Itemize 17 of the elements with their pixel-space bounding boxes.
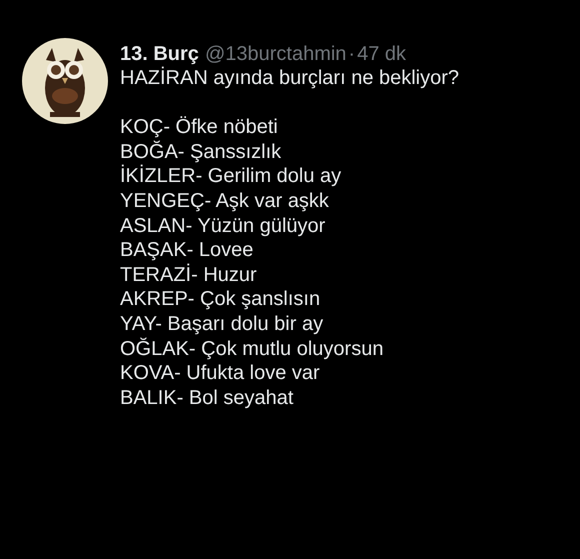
- tweet-line: OĞLAK- Çok mutlu oluyorsun: [120, 336, 384, 362]
- tweet-line: BALIK- Bol seyahat: [120, 386, 294, 410]
- author-name[interactable]: 13. Burç: [120, 42, 199, 66]
- tweet-line: BOĞA- Şanssızlık: [120, 140, 282, 164]
- tweet-line: KOÇ- Öfke nöbeti: [120, 115, 279, 140]
- separator-dot: ·: [348, 42, 356, 66]
- tweet-line: BAŞAK- Lovee: [120, 238, 254, 263]
- tweet-line: YAY- Başarı dolu bir ay: [120, 312, 324, 337]
- tweet-line: ASLAN- Yüzün gülüyor: [120, 214, 326, 238]
- post-time[interactable]: 47 dk: [357, 42, 406, 66]
- tweet-line: İKİZLER- Gerilim dolu ay: [120, 164, 342, 189]
- tweet-line: YENGEÇ- Aşk var aşkk: [120, 188, 330, 214]
- tweet-line: KOVA- Ufukta love var: [120, 361, 321, 386]
- tweet-line: TERAZİ- Huzur: [120, 262, 258, 288]
- author-handle[interactable]: @13burctahmin: [204, 42, 346, 66]
- tweet-line: AKREP- Çok şanslısın: [120, 287, 322, 312]
- tweet-text: HAZİRAN ayında burçları ne bekliyor?: [120, 66, 460, 91]
